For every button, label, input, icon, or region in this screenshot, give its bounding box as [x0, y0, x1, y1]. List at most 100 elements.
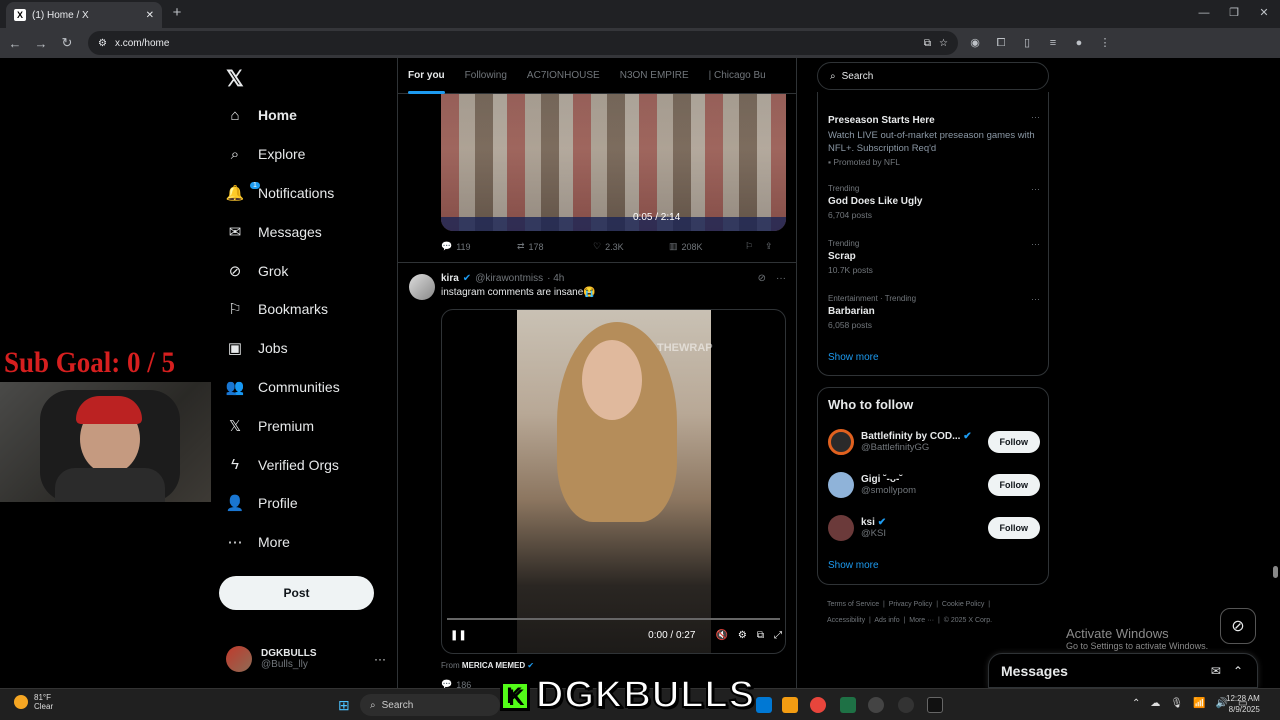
reload-button[interactable]: ↻ — [56, 35, 78, 51]
forward-button[interactable]: → — [30, 36, 52, 51]
sidebar-item-premium[interactable]: 𝕏 Premium — [220, 406, 390, 445]
back-button[interactable]: ← — [4, 36, 26, 51]
expand-icon[interactable]: ⌃ — [1233, 664, 1243, 678]
more-dots-icon[interactable]: ··· — [1031, 112, 1040, 122]
footer-link[interactable]: Accessibility — [827, 617, 865, 624]
more-dots-icon[interactable]: ··· — [1031, 239, 1040, 249]
source-link[interactable]: MERICA MEMED — [462, 661, 525, 670]
follow-button[interactable]: Follow — [987, 474, 1040, 496]
chrome-icon[interactable] — [810, 697, 826, 713]
tab-chicago-bu[interactable]: | Chicago Bu — [699, 58, 776, 94]
more-dots-icon[interactable]: ··· — [776, 273, 786, 284]
footer-link[interactable]: Terms of Service — [827, 601, 879, 608]
profile-avatar-icon[interactable]: ● — [1070, 34, 1088, 52]
trend-item[interactable]: Trending Scrap 10.7K posts ··· — [828, 239, 1040, 275]
trend-item[interactable]: Preseason Starts Here Watch LIVE out-of-… — [828, 112, 1040, 167]
show-more-link[interactable]: Show more — [828, 352, 879, 363]
follow-suggestion[interactable]: Battlefinity by COD... ✔ @BattlefinityGG … — [828, 427, 1040, 457]
share-button[interactable]: ⇪ — [765, 241, 785, 252]
page-scrollbar[interactable] — [1270, 58, 1280, 688]
avatar[interactable] — [409, 274, 435, 300]
follow-suggestion[interactable]: Gigi ˘-ᴗ-˘ @smollypom Follow — [828, 470, 1040, 500]
footer-link[interactable]: Privacy Policy — [889, 601, 933, 608]
sidebar-item-grok[interactable]: ⊘ Grok — [220, 251, 390, 290]
author-handle[interactable]: @kirawontmiss — [475, 273, 543, 284]
browser-tab[interactable]: X (1) Home / X ✕ — [6, 2, 162, 28]
footer-link[interactable]: More ··· — [909, 617, 934, 624]
tab-n3on-empire[interactable]: N3ON EMPIRE — [610, 58, 699, 94]
x-logo-icon[interactable]: 𝕏 — [226, 66, 244, 92]
pause-icon[interactable]: ❚❚ — [450, 630, 467, 641]
account-switcher[interactable]: DGKBULLS @Bulls_lly ··· — [226, 644, 386, 674]
grok-floating-button[interactable]: ⊘ — [1220, 608, 1256, 644]
bookmark-button[interactable]: ⚐ — [745, 241, 765, 252]
sidebar-item-communities[interactable]: 👥 Communities — [220, 368, 390, 407]
post-button[interactable]: Post — [219, 576, 374, 610]
sidebar-item-more[interactable]: ⋯ More — [220, 523, 390, 562]
wifi-icon[interactable]: 📶 — [1193, 698, 1205, 709]
footer-link[interactable]: Ads info — [874, 617, 899, 624]
reply-button[interactable]: 💬 186 — [441, 679, 471, 688]
trend-item[interactable]: Trending God Does Like Ugly 6,704 posts … — [828, 184, 1040, 220]
author-name[interactable]: kira — [441, 273, 459, 284]
extension-icon[interactable]: ◉ — [966, 34, 984, 52]
address-bar[interactable]: ⚙ x.com/home ⧉ ☆ — [88, 31, 958, 55]
sidebar-item-notifications[interactable]: 🔔 1 Notifications — [220, 174, 390, 213]
footer-link[interactable]: Cookie Policy — [942, 601, 984, 608]
more-dots-icon[interactable]: ··· — [374, 652, 386, 666]
obs-icon[interactable] — [927, 697, 943, 713]
more-dots-icon[interactable]: ··· — [1031, 184, 1040, 194]
windows-start-icon[interactable]: ⊞ — [338, 697, 350, 714]
sidebar-item-verified-orgs[interactable]: ϟ Verified Orgs — [220, 445, 390, 484]
new-message-icon[interactable]: ✉ — [1211, 664, 1221, 678]
store-icon[interactable] — [756, 697, 772, 713]
video-progress[interactable] — [447, 618, 780, 620]
close-tab-icon[interactable]: ✕ — [146, 10, 154, 21]
pip-icon[interactable]: ⧉ — [757, 630, 764, 641]
sidebar-item-jobs[interactable]: ▣ Jobs — [220, 329, 390, 368]
sidebar-toggle-icon[interactable]: ▯ — [1018, 34, 1036, 52]
taskbar-search[interactable]: ⌕ Search — [360, 694, 500, 716]
follow-suggestion[interactable]: ksi ✔ @KSI Follow — [828, 513, 1040, 543]
tab-following[interactable]: Following — [455, 58, 517, 94]
search-input[interactable]: ⌕ Search — [817, 62, 1049, 90]
settings-icon[interactable]: ⚙ — [738, 630, 747, 641]
reply-button[interactable]: 💬 119 — [441, 241, 517, 252]
tweet-video[interactable]: THEWRAP ❚❚ 0:00 / 0:27 🔇 ⚙ ⧉ ⤢ — [441, 309, 786, 654]
new-tab-button[interactable]: + — [168, 4, 186, 22]
sidebar-item-home[interactable]: ⌂ Home — [220, 96, 390, 135]
follow-button[interactable]: Follow — [987, 431, 1040, 453]
tweet[interactable]: kira ✔ @kirawontmiss · 4h ⊘ ··· instagram… — [398, 262, 796, 688]
bookmark-star-icon[interactable]: ☆ — [939, 38, 948, 49]
maximize-button[interactable]: ❐ — [1220, 4, 1248, 22]
minimize-button[interactable]: — — [1190, 4, 1218, 22]
like-button[interactable]: ♡ 2.3K — [593, 241, 669, 252]
more-dots-icon[interactable]: ··· — [1031, 294, 1040, 304]
trend-item[interactable]: Entertainment · Trending Barbarian 6,058… — [828, 294, 1040, 330]
sidebar-item-profile[interactable]: 👤 Profile — [220, 484, 390, 523]
messages-dock[interactable]: Messages ✉ ⌃ — [988, 653, 1258, 688]
chevron-up-icon[interactable]: ⌃ — [1132, 698, 1140, 709]
excel-icon[interactable] — [840, 697, 856, 713]
browser-menu-icon[interactable]: ⋮ — [1096, 34, 1114, 52]
tab-for-you[interactable]: For you — [398, 58, 455, 94]
app-icon[interactable] — [868, 697, 884, 713]
cloud-icon[interactable]: ☁ — [1150, 698, 1160, 709]
site-info-icon[interactable]: ⚙ — [98, 38, 107, 49]
system-clock[interactable]: 12:28 AM 8/9/2025 — [1226, 693, 1260, 715]
sidebar-item-explore[interactable]: ⌕ Explore — [220, 135, 390, 174]
tab-ac7ionhouse[interactable]: AC7IONHOUSE — [517, 58, 610, 94]
close-window-button[interactable]: ✕ — [1250, 4, 1278, 22]
sidebar-item-messages[interactable]: ✉ Messages — [220, 212, 390, 251]
mute-icon[interactable]: 🔇 — [715, 630, 727, 641]
install-app-icon[interactable]: ⧉ — [924, 38, 931, 49]
grok-explain-icon[interactable]: ⊘ — [758, 273, 766, 284]
extensions-puzzle-icon[interactable]: ⧠ — [992, 34, 1010, 52]
follow-button[interactable]: Follow — [987, 517, 1040, 539]
tweet-video[interactable]: 0:05 / 2:14 — [441, 94, 786, 231]
repost-button[interactable]: ⇄ 178 — [517, 241, 593, 252]
weather-widget[interactable]: 81°F Clear — [14, 693, 53, 711]
reading-list-icon[interactable]: ≡ — [1044, 34, 1062, 52]
views-button[interactable]: ▥ 208K — [669, 241, 745, 252]
media-player-icon[interactable] — [898, 697, 914, 713]
